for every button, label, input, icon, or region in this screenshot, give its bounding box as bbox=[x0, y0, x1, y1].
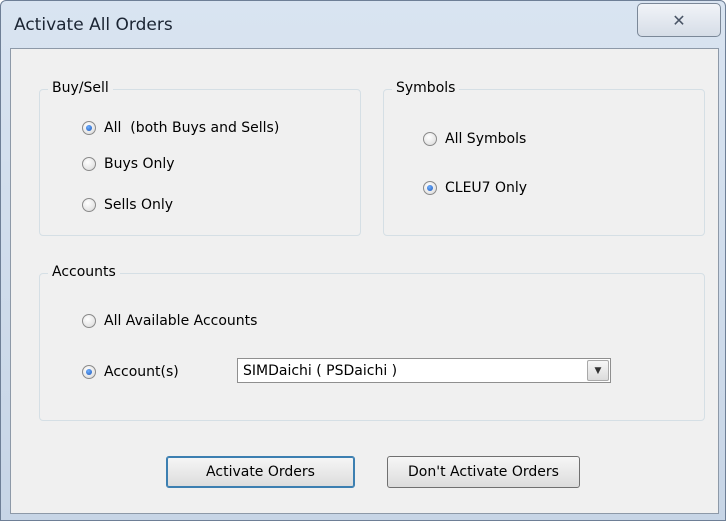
radio-all-available-accounts[interactable]: All Available Accounts bbox=[82, 313, 257, 329]
radio-label: All Symbols bbox=[445, 131, 527, 147]
close-button[interactable]: ✕ bbox=[637, 3, 721, 37]
radio-label: CLEU7 Only bbox=[445, 180, 528, 196]
window-title: Activate All Orders bbox=[14, 15, 173, 35]
radio-label: Sells Only bbox=[104, 197, 174, 213]
radio-all-buys-sells[interactable]: All (both Buys and Sells) bbox=[82, 120, 279, 136]
radio-button-icon[interactable] bbox=[82, 314, 96, 328]
accounts-group: Accounts bbox=[39, 264, 705, 421]
buy-sell-group-label: Buy/Sell bbox=[48, 80, 113, 96]
chevron-down-icon[interactable]: ▼ bbox=[587, 360, 609, 381]
symbols-group: Symbols bbox=[383, 80, 705, 236]
dont-activate-orders-button[interactable]: Don't Activate Orders bbox=[387, 456, 580, 488]
account-dropdown[interactable]: SIMDaichi ( PSDaichi ) ▼ bbox=[237, 358, 611, 383]
close-icon: ✕ bbox=[672, 10, 686, 30]
radio-label: Buys Only bbox=[104, 156, 175, 172]
radio-button-icon[interactable] bbox=[82, 365, 96, 379]
dialog-client-area: Buy/Sell All (both Buys and Sells) Buys … bbox=[10, 48, 719, 514]
radio-button-icon[interactable] bbox=[82, 157, 96, 171]
radio-all-symbols[interactable]: All Symbols bbox=[423, 131, 526, 147]
activate-orders-button[interactable]: Activate Orders bbox=[166, 456, 355, 488]
radio-button-icon[interactable] bbox=[82, 198, 96, 212]
radio-accounts[interactable]: Account(s) bbox=[82, 364, 179, 380]
radio-button-icon[interactable] bbox=[82, 121, 96, 135]
radio-sells-only[interactable]: Sells Only bbox=[82, 197, 173, 213]
radio-label: All (both Buys and Sells) bbox=[104, 120, 280, 136]
symbols-group-label: Symbols bbox=[392, 80, 460, 96]
radio-label: Account(s) bbox=[104, 364, 179, 380]
account-dropdown-value: SIMDaichi ( PSDaichi ) bbox=[243, 362, 398, 379]
radio-button-icon[interactable] bbox=[423, 132, 437, 146]
accounts-group-label: Accounts bbox=[48, 264, 120, 280]
radio-buys-only[interactable]: Buys Only bbox=[82, 156, 175, 172]
dialog-window: Activate All Orders ✕ Buy/Sell All (both… bbox=[0, 0, 726, 521]
radio-label: All Available Accounts bbox=[104, 313, 258, 329]
radio-cleu7-only[interactable]: CLEU7 Only bbox=[423, 180, 527, 196]
radio-button-icon[interactable] bbox=[423, 181, 437, 195]
